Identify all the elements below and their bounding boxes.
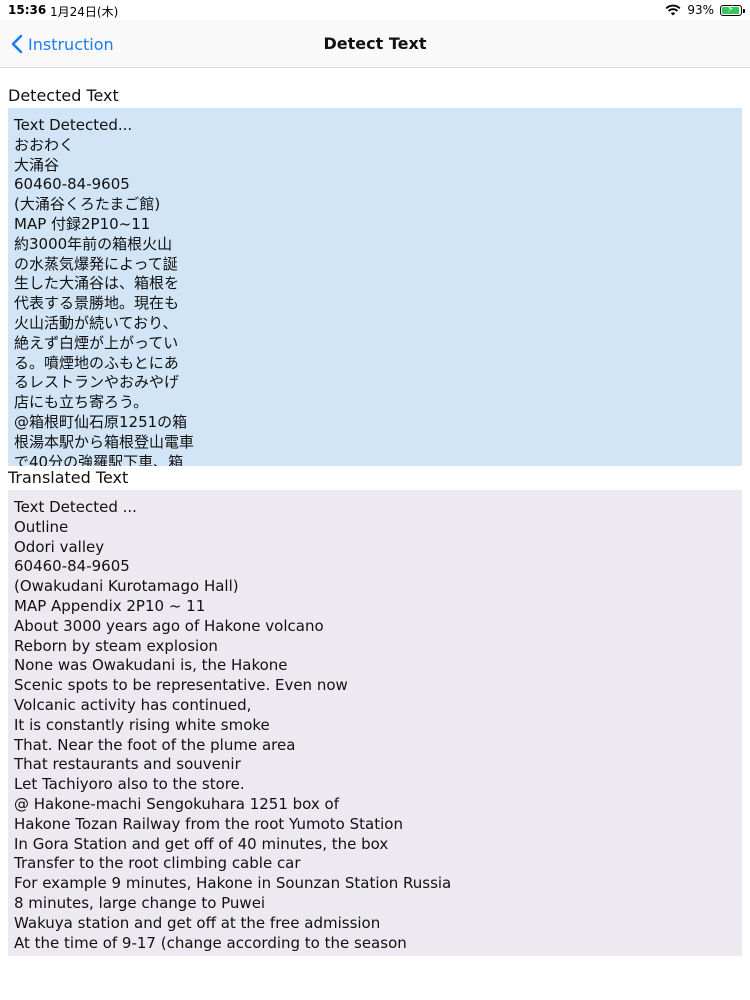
- navigation-bar: Instruction Detect Text: [0, 20, 750, 68]
- charging-bolt-icon: ⚡: [727, 3, 735, 15]
- text-line: In Gora Station and get off of 40 minute…: [14, 834, 389, 853]
- status-bar: 15:36 1月24日(木) 93% ⚡: [0, 0, 750, 20]
- text-line: @箱根町仙石原1251の箱: [14, 412, 188, 431]
- text-line: 絶えず白煙が上がってい: [14, 333, 179, 352]
- translated-text-view[interactable]: Text Detected ... Outline Odori valley 6046…: [8, 490, 742, 956]
- text-line: Odori valley: [14, 537, 105, 556]
- text-line: That restaurants and souvenir: [14, 755, 241, 774]
- text-line: @ Hakone-machi Sengokuhara 1251 box of: [14, 794, 340, 813]
- page-title: Detect Text: [323, 34, 427, 53]
- text-line: (大涌谷くろたまご館): [14, 195, 161, 214]
- text-line: Scenic spots to be representative. Even …: [14, 676, 348, 695]
- text-line: About 3000 years ago of Hakone volcano: [14, 616, 324, 635]
- text-line: MAP 付録2P10~11: [14, 214, 151, 233]
- text-line: 8 minutes, large change to Puwei: [14, 893, 266, 912]
- text-line: る。噴煙地のふもとにあ: [14, 353, 179, 372]
- translated-text-label: Translated Text: [8, 468, 129, 487]
- battery-percent: 93%: [687, 3, 714, 17]
- text-line: 60460-84-9605: [14, 175, 130, 194]
- text-line: It is constantly rising white smoke: [14, 715, 270, 734]
- text-line: None was Owakudani is, the Hakone: [14, 656, 288, 675]
- text-line: 約3000年前の箱根火山: [14, 234, 173, 253]
- text-line: 60460-84-9605: [14, 557, 130, 576]
- text-line: 根湯本駅から箱根登山電車: [14, 432, 195, 451]
- detected-text-label: Detected Text: [8, 86, 119, 105]
- battery-icon: ⚡: [720, 3, 745, 16]
- text-line: おおわく: [14, 135, 75, 154]
- text-line: At the time of 9-17 (change according to…: [14, 933, 407, 952]
- text-line: (Owakudani Kurotamago Hall): [14, 577, 239, 596]
- text-line: Transfer to the root climbing cable car: [14, 854, 301, 873]
- text-line: MAP Appendix 2P10 ~ 11: [14, 596, 206, 615]
- text-line: Text Detected ...: [14, 498, 137, 516]
- text-line: 大涌谷: [14, 155, 60, 174]
- text-line: For example 9 minutes, Hakone in Sounzan…: [14, 874, 452, 893]
- text-line: Reborn by steam explosion: [14, 636, 218, 655]
- text-line: で40分の強羅駅下車、箱: [14, 452, 184, 466]
- text-line: 代表する景勝地。現在も: [14, 294, 180, 313]
- text-line: Outline: [14, 517, 69, 536]
- text-line: Let Tachiyoro also to the store.: [14, 775, 245, 794]
- status-time: 15:36: [8, 3, 47, 17]
- wifi-icon: [665, 4, 681, 16]
- detected-text-view[interactable]: Text Detected... おおわく 大涌谷 60460-84-9605 (大涌谷…: [8, 108, 742, 466]
- text-line: That. Near the foot of the plume area: [14, 735, 296, 754]
- text-line: 店にも立ち寄ろう。: [14, 393, 149, 412]
- text-line: Volcanic activity has continued,: [14, 695, 252, 714]
- status-date: 1月24日(木): [50, 5, 119, 19]
- text-line: Wakuya station and get off at the free a…: [14, 913, 381, 932]
- text-line: 生した大涌谷は、箱根を: [14, 274, 180, 293]
- text-line: 火山活動が続いており、: [14, 313, 178, 332]
- text-line: Hakone Tozan Railway from the root Yumot…: [14, 814, 403, 833]
- text-line: Text Detected...: [14, 116, 133, 134]
- text-line: るレストランやおみやげ: [14, 373, 180, 392]
- text-line: の水蒸気爆発によって誕: [14, 254, 178, 273]
- status-right: 93% ⚡: [665, 3, 745, 17]
